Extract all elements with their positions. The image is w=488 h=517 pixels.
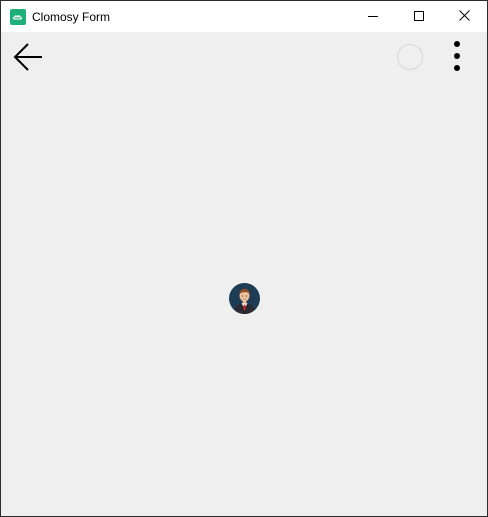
user-avatar-icon[interactable] — [229, 283, 260, 314]
arrow-left-icon — [13, 42, 43, 77]
app-window: Clomosy Form — [0, 0, 488, 517]
more-vertical-icon — [453, 40, 461, 77]
title-bar: Clomosy Form — [1, 1, 487, 32]
close-icon — [458, 8, 470, 26]
window-title: Clomosy Form — [32, 10, 111, 24]
minimize-icon — [368, 8, 378, 26]
back-button[interactable] — [10, 41, 46, 77]
clomosy-app-icon — [10, 9, 26, 25]
more-options-button[interactable] — [441, 39, 473, 77]
maximize-icon — [414, 8, 424, 26]
maximize-button[interactable] — [396, 1, 442, 32]
loading-ring — [397, 44, 423, 70]
minimize-button[interactable] — [350, 1, 396, 32]
close-button[interactable] — [441, 1, 487, 32]
